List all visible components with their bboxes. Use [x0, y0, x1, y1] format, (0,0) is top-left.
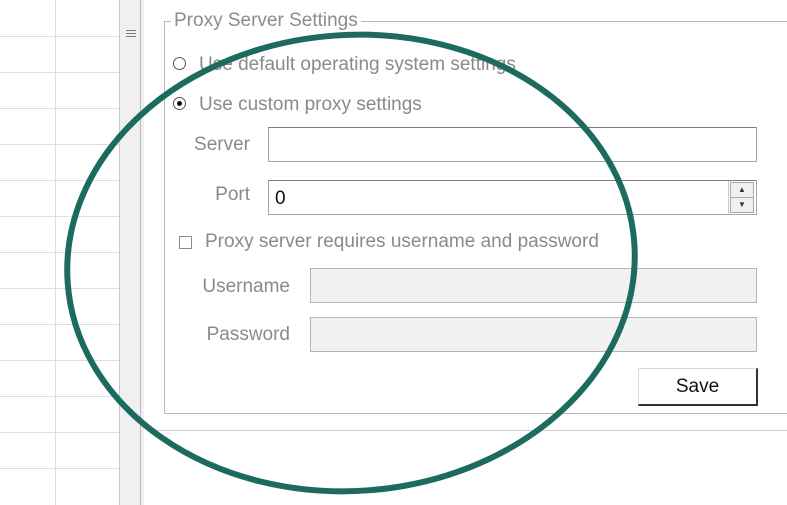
username-label: Username	[202, 276, 290, 297]
panel-divider	[154, 430, 787, 431]
group-title: Proxy Server Settings	[174, 10, 358, 31]
splitter-edge	[140, 0, 141, 505]
save-button[interactable]: Save	[638, 368, 758, 406]
port-label: Port	[215, 184, 250, 205]
pane-splitter[interactable]	[119, 0, 144, 505]
default-settings-radio[interactable]	[173, 57, 186, 70]
arrow-up-icon[interactable]: ▲	[730, 182, 754, 198]
grid-row-line	[0, 180, 119, 181]
grid-row-line	[0, 396, 119, 397]
grid-row-line	[0, 468, 119, 469]
grid-row-line	[0, 36, 119, 37]
grid-row-line	[0, 144, 119, 145]
grid-pane	[0, 0, 119, 505]
grid-row-line	[0, 252, 119, 253]
server-input[interactable]	[268, 127, 757, 162]
auth-required-checkbox[interactable]	[179, 236, 192, 249]
grip-lines-icon[interactable]	[126, 30, 136, 38]
password-input[interactable]	[310, 317, 757, 352]
default-settings-label[interactable]: Use default operating system settings	[199, 54, 516, 76]
grid-row-line	[0, 108, 119, 109]
grid-row-line	[0, 360, 119, 361]
custom-settings-radio[interactable]	[173, 97, 186, 110]
grid-row-line	[0, 432, 119, 433]
custom-settings-label[interactable]: Use custom proxy settings	[199, 94, 422, 116]
grid-row-line	[0, 288, 119, 289]
grid-row-line	[0, 72, 119, 73]
grid-row-line	[0, 216, 119, 217]
auth-required-label[interactable]: Proxy server requires username and passw…	[205, 231, 599, 253]
port-stepper[interactable]: ▲ ▼	[728, 181, 754, 214]
username-input[interactable]	[310, 268, 757, 303]
arrow-down-icon[interactable]: ▼	[730, 197, 754, 213]
grid-row-line	[0, 324, 119, 325]
server-label: Server	[194, 134, 250, 155]
port-input[interactable]: 0	[268, 180, 757, 215]
password-label: Password	[206, 324, 290, 345]
